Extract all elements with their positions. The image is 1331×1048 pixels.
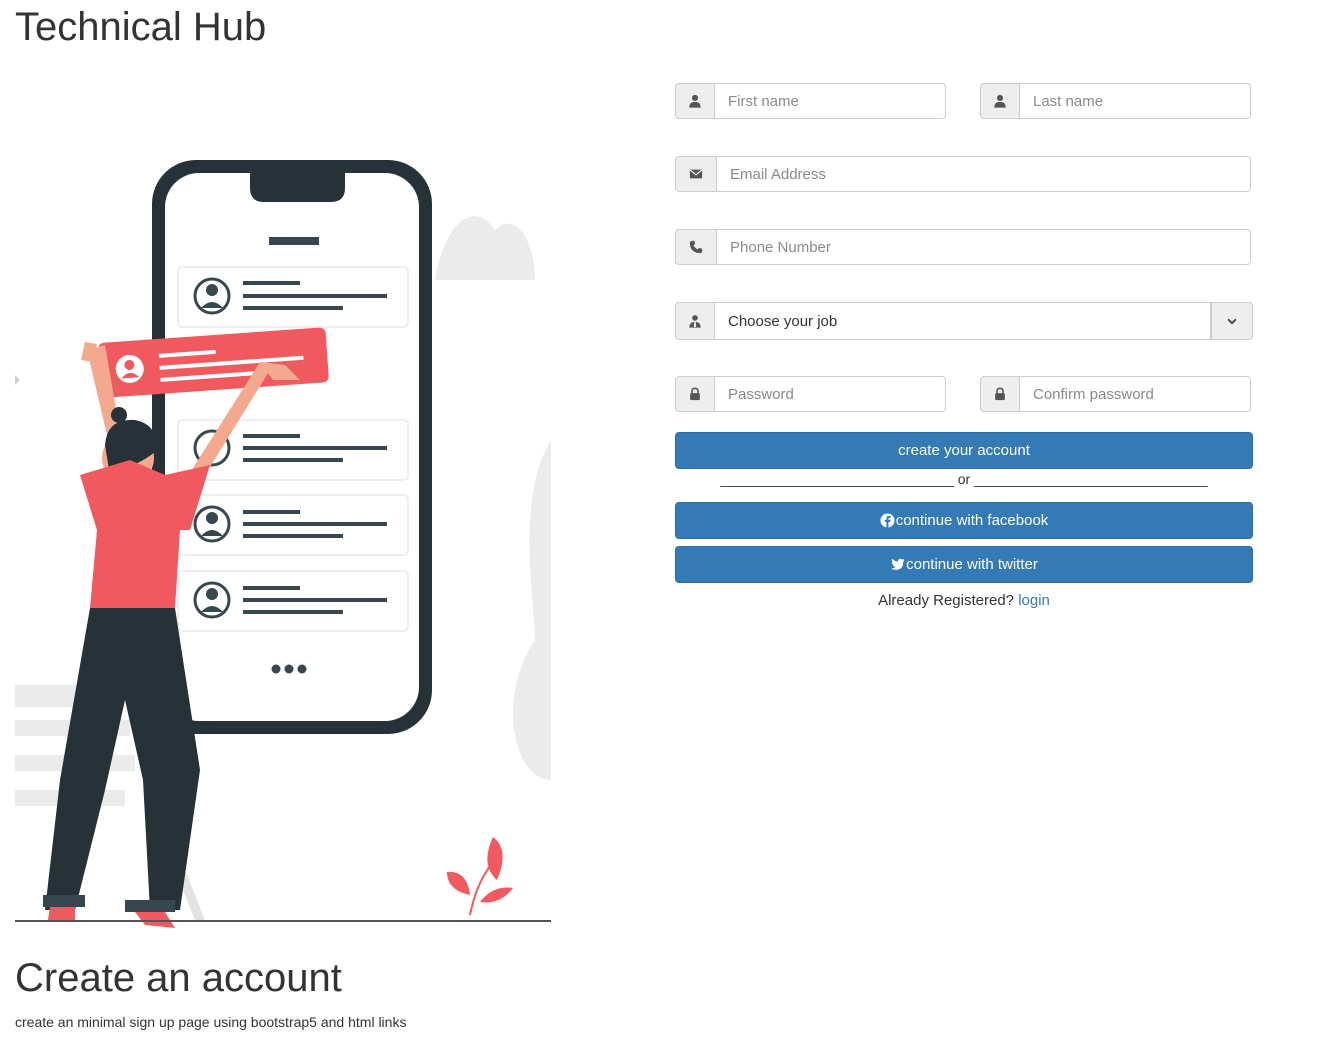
already-registered: Already Registered? login bbox=[675, 592, 1253, 609]
password-input[interactable] bbox=[715, 376, 946, 412]
page-title: Technical Hub bbox=[15, 5, 267, 49]
section-heading: Create an account bbox=[15, 956, 342, 1000]
user-icon bbox=[675, 83, 715, 119]
job-select-value[interactable]: Choose your job bbox=[715, 302, 1211, 340]
facebook-button[interactable]: continue with facebook bbox=[675, 502, 1253, 539]
first-name-group bbox=[675, 83, 946, 119]
password-group bbox=[675, 376, 946, 412]
job-select[interactable]: Choose your job bbox=[675, 302, 1253, 340]
last-name-input[interactable] bbox=[1020, 83, 1251, 119]
email-input[interactable] bbox=[717, 156, 1251, 192]
signup-illustration bbox=[15, 160, 551, 928]
last-name-group bbox=[980, 83, 1251, 119]
envelope-icon bbox=[675, 156, 717, 192]
twitter-icon bbox=[890, 557, 906, 572]
section-description: create an minimal sign up page using boo… bbox=[15, 1014, 407, 1030]
facebook-button-label: continue with facebook bbox=[895, 512, 1049, 529]
lock-icon bbox=[675, 376, 715, 412]
chevron-down-icon[interactable] bbox=[1211, 302, 1253, 340]
facebook-icon bbox=[880, 513, 896, 528]
user-icon bbox=[980, 83, 1020, 119]
already-registered-text: Already Registered? bbox=[878, 592, 1015, 609]
first-name-input[interactable] bbox=[715, 83, 946, 119]
confirm-password-group bbox=[980, 376, 1251, 412]
phone-icon bbox=[675, 229, 717, 265]
user-tie-icon bbox=[675, 302, 715, 340]
email-group bbox=[675, 156, 1251, 192]
create-account-button[interactable]: create your account bbox=[675, 432, 1253, 469]
phone-input[interactable] bbox=[717, 229, 1251, 265]
twitter-button[interactable]: continue with twitter bbox=[675, 546, 1253, 583]
create-account-label: create your account bbox=[898, 442, 1030, 459]
phone-group bbox=[675, 229, 1251, 265]
twitter-button-label: continue with twitter bbox=[906, 556, 1038, 573]
or-divider: ______________________________ or ______… bbox=[720, 471, 1208, 487]
lock-icon bbox=[980, 376, 1020, 412]
confirm-password-input[interactable] bbox=[1020, 376, 1251, 412]
login-link[interactable]: login bbox=[1018, 592, 1050, 609]
